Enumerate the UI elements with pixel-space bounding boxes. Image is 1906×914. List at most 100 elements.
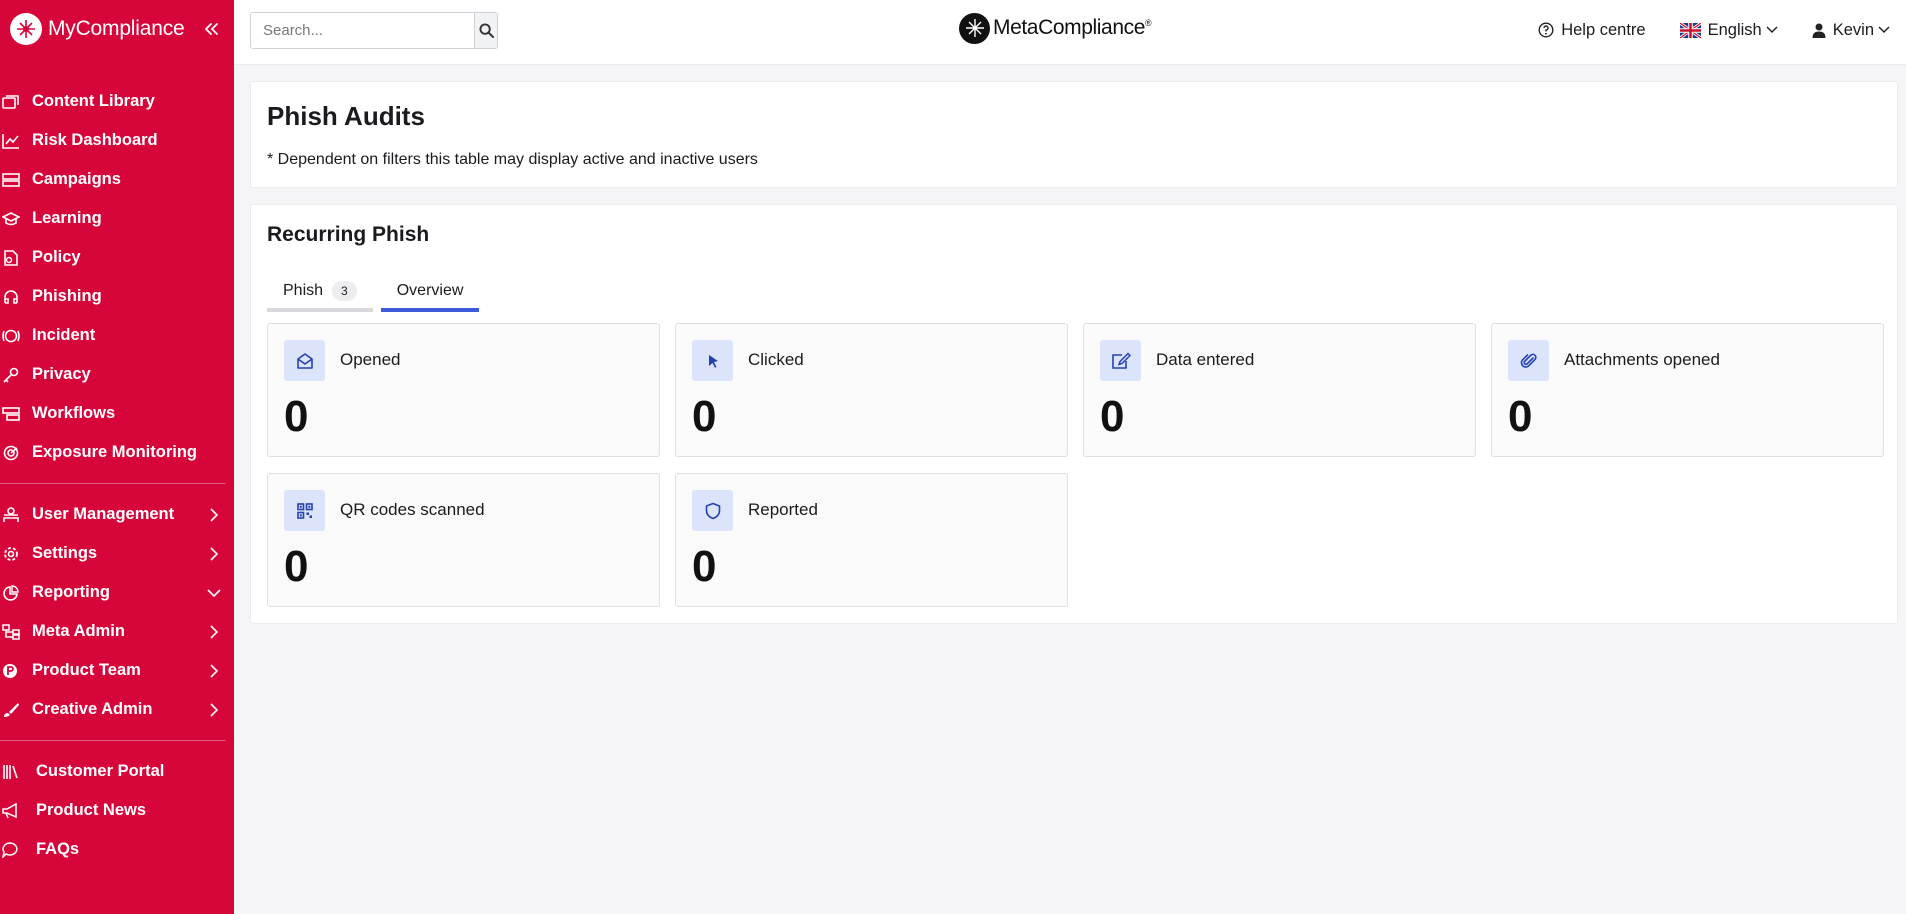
sidebar-item-user-management[interactable]: User Management	[0, 495, 234, 534]
recurring-phish-panel: Recurring Phish Phish 3 Overview Opened …	[250, 204, 1898, 624]
sidebar-item-label: Privacy	[32, 365, 91, 383]
sidebar-divider	[0, 483, 226, 484]
sidebar-item-product-team[interactable]: Product Team	[0, 651, 234, 690]
topbar: MetaCompliance® Help centre English Kevi…	[234, 0, 1906, 65]
sidebar-item-exposure-monitoring[interactable]: Exposure Monitoring	[0, 433, 234, 472]
sidebar-item-privacy[interactable]: Privacy	[0, 355, 234, 394]
radar-icon	[2, 442, 24, 464]
sidebar-item-label: FAQs	[36, 840, 80, 858]
search-input[interactable]	[251, 13, 474, 48]
sidebar-item-workflows[interactable]: Workflows	[0, 394, 234, 433]
brand-logo-icon[interactable]	[10, 13, 42, 45]
sidebar-item-content-library[interactable]: Content Library	[0, 82, 234, 121]
double-chevron-left-icon	[205, 23, 218, 35]
sidebar-admin-nav: User Management Settings Reporting Meta …	[0, 495, 234, 729]
workflows-icon	[2, 403, 24, 425]
sidebar-item-label: Phishing	[32, 287, 102, 305]
user-menu[interactable]: Kevin	[1812, 21, 1890, 40]
sidebar-item-learning[interactable]: Learning	[0, 199, 234, 238]
sidebar-item-campaigns[interactable]: Campaigns	[0, 160, 234, 199]
sidebar-item-label: User Management	[32, 505, 175, 523]
cursor-pointer-icon	[692, 340, 733, 381]
metacompliance-logo[interactable]: MetaCompliance®	[959, 12, 1152, 44]
page-note: * Dependent on filters this table may di…	[267, 151, 758, 168]
search-icon	[478, 23, 494, 38]
metric-value: 0	[692, 542, 717, 591]
sidebar-item-label: Content Library	[32, 92, 155, 110]
paperclip-icon	[1508, 340, 1549, 381]
chevron-right-icon	[206, 702, 222, 718]
sidebar-item-label: Creative Admin	[32, 700, 153, 718]
metric-card-clicked: Clicked 0	[675, 323, 1068, 457]
faq-bubble-icon	[2, 839, 24, 861]
sidebar-item-label: Product News	[36, 801, 147, 819]
metric-label: QR codes scanned	[340, 500, 485, 519]
brush-icon	[2, 699, 24, 721]
search-button[interactable]	[474, 13, 497, 48]
tab-phish[interactable]: Phish 3	[267, 273, 373, 312]
help-centre-link[interactable]: Help centre	[1538, 20, 1646, 40]
sidebar-item-faqs[interactable]: FAQs	[0, 830, 234, 869]
metric-value: 0	[692, 392, 717, 441]
sidebar-item-label: Exposure Monitoring	[32, 443, 197, 461]
sidebar-item-customer-portal[interactable]: Customer Portal	[0, 752, 234, 791]
brand-name[interactable]: MyCompliance	[48, 17, 185, 41]
sidebar-item-product-news[interactable]: Product News	[0, 791, 234, 830]
tab-count-badge: 3	[332, 280, 357, 301]
pen-square-icon	[1100, 340, 1141, 381]
tabs: Phish 3 Overview	[267, 273, 487, 312]
tab-overview[interactable]: Overview	[380, 273, 480, 312]
sidebar-item-label: Product Team	[32, 661, 141, 679]
section-title: Recurring Phish	[267, 223, 430, 246]
help-centre-label: Help centre	[1561, 20, 1646, 39]
page-header-panel: Phish Audits * Dependent on filters this…	[250, 81, 1898, 188]
sidebar-item-risk-dashboard[interactable]: Risk Dashboard	[0, 121, 234, 160]
metric-value: 0	[284, 392, 309, 441]
key-icon	[2, 364, 24, 386]
uk-flag-icon	[1679, 22, 1701, 38]
metric-label: Reported	[748, 500, 818, 519]
user-management-icon	[2, 504, 24, 526]
collapse-sidebar-button[interactable]	[198, 16, 224, 42]
sidebar-item-settings[interactable]: Settings	[0, 534, 234, 573]
search-box	[250, 12, 498, 49]
sidebar-item-label: Reporting	[32, 583, 110, 601]
metric-card-reported: Reported 0	[675, 473, 1068, 607]
metric-card-opened: Opened 0	[267, 323, 660, 457]
sidebar-item-label: Policy	[32, 248, 81, 266]
books-icon	[2, 761, 24, 783]
sidebar: MyCompliance Content Library Risk Dashbo…	[0, 0, 234, 914]
metric-label: Clicked	[748, 350, 804, 369]
sidebar-item-phishing[interactable]: Phishing	[0, 277, 234, 316]
chevron-down-icon	[1878, 26, 1890, 34]
gear-icon	[2, 543, 24, 565]
metric-card-attachments-opened: Attachments opened 0	[1491, 323, 1884, 457]
metric-card-data-entered: Data entered 0	[1083, 323, 1476, 457]
sidebar-divider	[0, 740, 226, 741]
metric-label: Data entered	[1156, 350, 1255, 369]
metric-cards: Opened 0 Clicked 0 Data entered 0 Attach…	[267, 323, 1885, 607]
metric-card-qr-codes-scanned: QR codes scanned 0	[267, 473, 660, 607]
envelope-open-icon	[284, 340, 325, 381]
metric-label: Opened	[340, 350, 401, 369]
graduation-cap-icon	[2, 208, 24, 230]
sidebar-item-label: Meta Admin	[32, 622, 125, 640]
language-selector[interactable]: English	[1679, 21, 1778, 40]
topbar-right: Help centre English Kevin	[1504, 0, 1890, 60]
metacompliance-logo-icon	[959, 12, 990, 44]
tab-label: Overview	[396, 281, 464, 299]
sidebar-item-label: Workflows	[32, 404, 116, 422]
sidebar-item-creative-admin[interactable]: Creative Admin	[0, 690, 234, 729]
sidebar-item-policy[interactable]: Policy	[0, 238, 234, 277]
pie-chart-icon	[2, 582, 24, 604]
sidebar-item-incident[interactable]: Incident	[0, 316, 234, 355]
chevron-right-icon	[206, 663, 222, 679]
sidebar-item-meta-admin[interactable]: Meta Admin	[0, 612, 234, 651]
sidebar-primary-nav: Content Library Risk Dashboard Campaigns…	[0, 58, 234, 472]
metric-value: 0	[1100, 392, 1125, 441]
sidebar-item-label: Settings	[32, 544, 98, 562]
qr-code-icon	[284, 490, 325, 531]
sidebar-item-reporting[interactable]: Reporting	[0, 573, 234, 612]
user-icon	[1812, 23, 1826, 38]
sidebar-item-label: Incident	[32, 326, 96, 344]
